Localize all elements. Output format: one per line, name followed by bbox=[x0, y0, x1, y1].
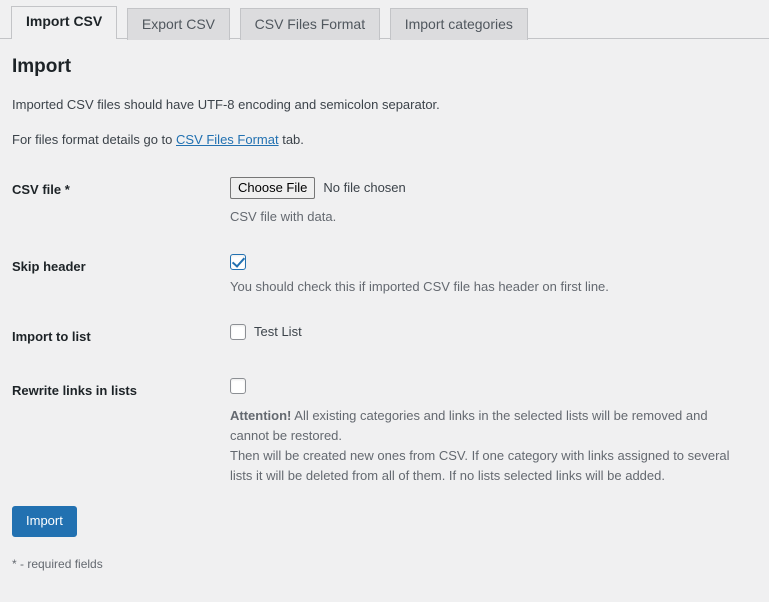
warning-line-one: All existing categories and links in the… bbox=[230, 408, 708, 443]
warning-attention-label: Attention! bbox=[230, 408, 292, 423]
form-row-rewrite-links: Rewrite links in lists Attention! All ex… bbox=[12, 364, 757, 500]
csv-file-description: CSV file with data. bbox=[230, 209, 337, 224]
rewrite-links-warning: Attention! All existing categories and l… bbox=[230, 406, 747, 486]
rewrite-links-checkbox[interactable] bbox=[230, 378, 246, 394]
csv-files-format-link[interactable]: CSV Files Format bbox=[176, 132, 279, 147]
warning-line-two: Then will be created new ones from CSV. … bbox=[230, 448, 730, 483]
form-row-import-to-list: Import to list Test List bbox=[12, 310, 757, 364]
list-option-test-list[interactable]: Test List bbox=[230, 324, 747, 340]
form-row-csv-file: CSV file * Choose File No file chosen CS… bbox=[12, 163, 757, 240]
intro-format-note: For files format details go to CSV Files… bbox=[12, 131, 757, 149]
tab-export-csv[interactable]: Export CSV bbox=[126, 8, 230, 40]
test-list-checkbox[interactable] bbox=[230, 324, 246, 340]
main-content: Import Imported CSV files should have UT… bbox=[0, 55, 769, 571]
tab-bar: Import CSV Export CSV CSV Files Format I… bbox=[0, 0, 769, 40]
page-title: Import bbox=[12, 56, 72, 77]
submit-area: Import bbox=[12, 500, 757, 537]
form-row-skip-header: Skip header You should check this if imp… bbox=[12, 240, 757, 310]
intro-encoding-note: Imported CSV files should have UTF-8 enc… bbox=[12, 97, 440, 112]
label-skip-header: Skip header bbox=[12, 259, 86, 274]
label-csv-file: CSV file * bbox=[12, 182, 70, 197]
label-import-to-list: Import to list bbox=[12, 329, 91, 344]
import-form-table: CSV file * Choose File No file chosen CS… bbox=[12, 163, 757, 500]
required-fields-note: * - required fields bbox=[12, 557, 103, 571]
file-status-text: No file chosen bbox=[323, 180, 406, 195]
tab-import-categories[interactable]: Import categories bbox=[389, 8, 528, 40]
intro-format-prefix: For files format details go to bbox=[12, 132, 177, 147]
import-button[interactable]: Import bbox=[12, 506, 77, 537]
label-rewrite-links: Rewrite links in lists bbox=[12, 383, 137, 398]
skip-header-description: You should check this if imported CSV fi… bbox=[230, 279, 609, 294]
tab-import-csv[interactable]: Import CSV bbox=[11, 6, 118, 39]
test-list-label: Test List bbox=[254, 324, 302, 339]
skip-header-checkbox[interactable] bbox=[230, 254, 246, 270]
tab-csv-files-format[interactable]: CSV Files Format bbox=[239, 8, 381, 40]
intro-format-suffix: tab. bbox=[278, 132, 304, 147]
csv-file-input[interactable]: Choose File No file chosen bbox=[230, 177, 747, 199]
choose-file-button[interactable]: Choose File bbox=[230, 177, 316, 199]
